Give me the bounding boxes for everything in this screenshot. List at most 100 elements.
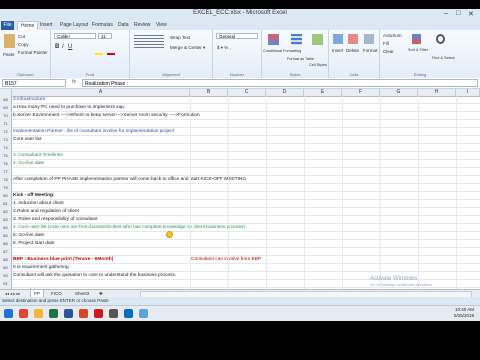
delete-button[interactable]: Delete bbox=[346, 48, 359, 53]
copy-button[interactable]: Copy bbox=[18, 42, 29, 47]
fill-button[interactable]: Fill bbox=[383, 41, 389, 46]
maximize-button[interactable]: □ bbox=[456, 10, 460, 17]
column-header-i[interactable]: I bbox=[456, 89, 480, 96]
table-row[interactable]: 83 3. Roles and responsibility of consult… bbox=[0, 216, 480, 224]
row-number[interactable]: 77 bbox=[0, 168, 12, 176]
row-number[interactable]: 86 bbox=[0, 240, 12, 248]
worksheet-grid[interactable]: 68 3.Infrastructure 69 a.How many PC need t… bbox=[0, 96, 480, 289]
word-icon[interactable] bbox=[64, 309, 73, 318]
name-box[interactable]: B157 bbox=[2, 79, 66, 87]
table-row[interactable]: 82 2.Rules and regulation of client bbox=[0, 208, 480, 216]
format-table-icon[interactable] bbox=[291, 34, 302, 45]
explorer-icon[interactable] bbox=[34, 309, 43, 318]
clock[interactable]: 10:40 AM 5/25/2019 bbox=[454, 307, 474, 319]
row-number[interactable]: 84 bbox=[0, 224, 12, 232]
table-row[interactable]: 69 a.How many PC need to purchase to impl… bbox=[0, 104, 480, 112]
column-header-h[interactable]: H bbox=[418, 89, 456, 96]
cell-text[interactable]: b.Server Environment ---->Where to keep … bbox=[13, 112, 200, 120]
acrobat-icon[interactable] bbox=[94, 309, 103, 318]
close-button[interactable]: ✕ bbox=[468, 10, 474, 18]
autosum-button[interactable]: AutoSum bbox=[383, 33, 402, 38]
cell-text[interactable]: After completion of PP PHASE implementat… bbox=[13, 176, 246, 184]
cell-text[interactable]: 1. Induction about client bbox=[13, 200, 64, 208]
row-number[interactable]: 69 bbox=[0, 104, 12, 112]
tab-home[interactable]: Home bbox=[17, 21, 39, 30]
select-all-corner[interactable] bbox=[0, 89, 12, 96]
row-number[interactable]: 76 bbox=[0, 160, 12, 168]
number-format-combo[interactable]: General bbox=[216, 33, 258, 39]
row-number[interactable]: 70 bbox=[0, 112, 12, 120]
insert-button[interactable]: Insert bbox=[332, 48, 343, 53]
table-row[interactable]: 87 bbox=[0, 248, 480, 256]
table-row[interactable]: 85 5. Go-live date bbox=[0, 232, 480, 240]
font-size-combo[interactable]: 11 bbox=[98, 33, 112, 39]
cell-text[interactable]: a.How many PC need to purchase to implem… bbox=[13, 104, 125, 112]
find-select-button[interactable]: Find & Select bbox=[432, 56, 455, 60]
column-header-a[interactable]: A bbox=[12, 89, 190, 96]
row-number[interactable]: 85 bbox=[0, 232, 12, 240]
row-number[interactable]: 73 bbox=[0, 136, 12, 144]
tab-view[interactable]: View bbox=[156, 22, 167, 28]
table-row[interactable]: 75 3. Consultant Timelines bbox=[0, 152, 480, 160]
column-header-g[interactable]: G bbox=[380, 89, 418, 96]
table-row[interactable]: 86 6. Project start date bbox=[0, 240, 480, 248]
row-number[interactable]: 91 bbox=[0, 280, 12, 288]
tab-data[interactable]: Data bbox=[118, 22, 129, 28]
cell-text[interactable]: 6. Project start date bbox=[13, 240, 55, 248]
row-number[interactable]: 72 bbox=[0, 128, 12, 136]
tab-file[interactable]: File bbox=[1, 21, 14, 30]
excel-icon[interactable] bbox=[49, 309, 58, 318]
formula-input[interactable]: Realization Phase : bbox=[82, 79, 478, 87]
insert-icon[interactable] bbox=[333, 34, 343, 44]
row-number[interactable]: 88 bbox=[0, 256, 12, 264]
table-row[interactable]: 73 Core user list bbox=[0, 136, 480, 144]
format-table-button[interactable]: Format as Table bbox=[287, 57, 314, 61]
cell-text[interactable]: 3.Infrastructure bbox=[13, 96, 45, 104]
font-color-icon[interactable] bbox=[107, 53, 115, 55]
app-icon[interactable] bbox=[109, 309, 118, 318]
format-button[interactable]: Format bbox=[363, 48, 377, 53]
table-row[interactable]: 77 bbox=[0, 168, 480, 176]
column-header-b[interactable]: B bbox=[190, 89, 228, 96]
table-row[interactable]: 68 3.Infrastructure bbox=[0, 96, 480, 104]
row-number[interactable]: 82 bbox=[0, 208, 12, 216]
row-number[interactable]: 78 bbox=[0, 176, 12, 184]
row-number[interactable]: 89 bbox=[0, 264, 12, 272]
cell-text[interactable]: 3. Consultant Timelines bbox=[13, 152, 63, 160]
table-row[interactable]: 79 bbox=[0, 184, 480, 192]
paint-icon[interactable] bbox=[139, 309, 148, 318]
find-select-icon[interactable] bbox=[436, 34, 445, 44]
column-header-c[interactable]: C bbox=[228, 89, 266, 96]
column-header-d[interactable]: D bbox=[266, 89, 304, 96]
chrome-icon[interactable] bbox=[19, 309, 28, 318]
row-number[interactable]: 90 bbox=[0, 272, 12, 280]
sort-filter-icon[interactable] bbox=[412, 34, 421, 44]
paste-icon[interactable] bbox=[4, 34, 15, 48]
powerpoint-icon[interactable] bbox=[79, 309, 88, 318]
table-row[interactable]: 72 Implementation Partner : list of consu… bbox=[0, 128, 480, 136]
cell-text[interactable]: 2.Rules and regulation of client bbox=[13, 208, 79, 216]
row-number[interactable]: 74 bbox=[0, 144, 12, 152]
row-number[interactable]: 80 bbox=[0, 192, 12, 200]
cell-text[interactable]: Implementation Partner : list of consult… bbox=[13, 128, 174, 136]
format-painter-button[interactable]: Format Painter bbox=[18, 50, 48, 55]
cell-styles-button[interactable]: Cell Styles bbox=[309, 63, 327, 67]
cut-button[interactable]: Cut bbox=[18, 34, 25, 39]
cell-note[interactable]: Consultant can involve from BBP bbox=[191, 256, 261, 264]
cell-text[interactable]: 5. Go-live date bbox=[13, 232, 44, 240]
column-header-f[interactable]: F bbox=[342, 89, 380, 96]
delete-icon[interactable] bbox=[348, 34, 358, 44]
table-row[interactable]: 81 1. Induction about client bbox=[0, 200, 480, 208]
table-row[interactable]: 74 bbox=[0, 144, 480, 152]
table-row[interactable]: 78 After completion of PP PHASE implement… bbox=[0, 176, 480, 184]
conditional-formatting-button[interactable]: Conditional Formatting bbox=[263, 49, 301, 53]
start-icon[interactable] bbox=[4, 309, 13, 318]
row-number[interactable]: 71 bbox=[0, 120, 12, 128]
paste-button[interactable]: Paste bbox=[3, 52, 15, 57]
table-row[interactable]: 89 It is requirement gathering bbox=[0, 264, 480, 272]
row-number[interactable]: 68 bbox=[0, 96, 12, 104]
cell-text[interactable]: It is requirement gathering bbox=[13, 264, 69, 272]
cell-text[interactable]: 3. Roles and responsibility of consultan… bbox=[13, 216, 98, 224]
cell-text[interactable]: 4. Go-live date bbox=[13, 160, 44, 168]
table-row[interactable]: 80 Kick - off Meeting: bbox=[0, 192, 480, 200]
